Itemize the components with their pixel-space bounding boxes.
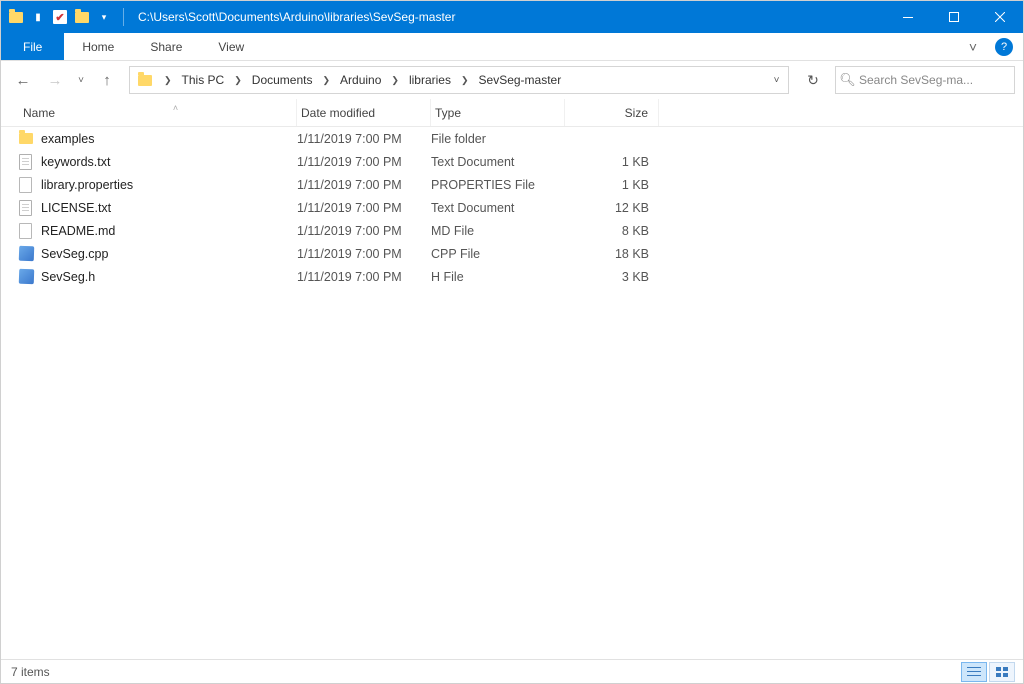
column-name[interactable]: Name ˄ xyxy=(19,99,297,126)
large-icons-view-button[interactable] xyxy=(989,662,1015,682)
file-row[interactable]: SevSeg.cpp1/11/2019 7:00 PMCPP File18 KB xyxy=(19,242,1023,265)
status-text: 7 items xyxy=(11,665,50,679)
details-view-button[interactable] xyxy=(961,662,987,682)
column-size[interactable]: Size xyxy=(565,99,659,126)
address-dropdown-icon[interactable]: ˅ xyxy=(764,67,788,93)
refresh-button[interactable]: ↻ xyxy=(797,66,829,94)
file-row[interactable]: examples1/11/2019 7:00 PMFile folder xyxy=(19,127,1023,150)
file-date: 1/11/2019 7:00 PM xyxy=(297,270,431,284)
file-name: README.md xyxy=(41,224,297,238)
up-button[interactable]: ↑ xyxy=(93,66,121,94)
file-name: LICENSE.txt xyxy=(41,201,297,215)
text-file-icon xyxy=(19,200,41,216)
file-date: 1/11/2019 7:00 PM xyxy=(297,201,431,215)
file-row[interactable]: keywords.txt1/11/2019 7:00 PMText Docume… xyxy=(19,150,1023,173)
ribbon-expand-icon[interactable]: ˅ xyxy=(955,33,991,60)
file-type: MD File xyxy=(431,224,565,238)
file-type: File folder xyxy=(431,132,565,146)
folder-icon xyxy=(7,8,25,26)
recent-locations-icon[interactable]: ˅ xyxy=(73,66,89,94)
pin-icon: ▮ xyxy=(29,8,47,26)
folder-icon xyxy=(130,75,158,86)
file-name: keywords.txt xyxy=(41,155,297,169)
file-date: 1/11/2019 7:00 PM xyxy=(297,132,431,146)
properties-check-icon[interactable]: ✔ xyxy=(51,8,69,26)
file-size: 18 KB xyxy=(565,247,659,261)
close-button[interactable] xyxy=(977,1,1023,33)
chevron-right-icon[interactable]: ❯ xyxy=(228,67,248,93)
code-file-icon xyxy=(19,246,41,261)
chevron-right-icon[interactable]: ❯ xyxy=(316,67,336,93)
code-file-icon xyxy=(19,269,41,284)
ribbon: File Home Share View ˅ ? xyxy=(1,33,1023,61)
file-type: H File xyxy=(431,270,565,284)
file-list: examples1/11/2019 7:00 PMFile folderkeyw… xyxy=(1,127,1023,659)
column-label: Type xyxy=(435,106,461,120)
tab-home[interactable]: Home xyxy=(64,33,132,60)
column-headers: Name ˄ Date modified Type Size xyxy=(1,99,1023,127)
chevron-right-icon[interactable]: ❯ xyxy=(385,67,405,93)
folder-icon xyxy=(19,133,41,144)
column-label: Size xyxy=(625,106,648,120)
file-row[interactable]: LICENSE.txt1/11/2019 7:00 PMText Documen… xyxy=(19,196,1023,219)
new-folder-icon[interactable] xyxy=(73,8,91,26)
breadcrumb[interactable]: SevSeg-master xyxy=(475,67,566,93)
file-size: 8 KB xyxy=(565,224,659,238)
file-name: SevSeg.h xyxy=(41,270,297,284)
file-icon xyxy=(19,223,41,239)
tab-share[interactable]: Share xyxy=(132,33,200,60)
file-icon xyxy=(19,177,41,193)
file-date: 1/11/2019 7:00 PM xyxy=(297,178,431,192)
breadcrumb[interactable]: Arduino xyxy=(336,67,385,93)
file-type: CPP File xyxy=(431,247,565,261)
maximize-button[interactable] xyxy=(931,1,977,33)
column-label: Date modified xyxy=(301,106,375,120)
separator xyxy=(123,8,124,26)
breadcrumb[interactable]: This PC xyxy=(178,67,229,93)
qat-dropdown-icon[interactable]: ▾ xyxy=(95,8,113,26)
forward-button: → xyxy=(41,66,69,94)
breadcrumb[interactable]: libraries xyxy=(405,67,455,93)
file-row[interactable]: README.md1/11/2019 7:00 PMMD File8 KB xyxy=(19,219,1023,242)
column-type[interactable]: Type xyxy=(431,99,565,126)
file-size: 1 KB xyxy=(565,178,659,192)
file-type: Text Document xyxy=(431,201,565,215)
text-file-icon xyxy=(19,154,41,170)
column-label: Name xyxy=(23,106,55,120)
search-icon: 🔍︎ xyxy=(836,72,859,88)
column-date[interactable]: Date modified xyxy=(297,99,431,126)
file-size: 1 KB xyxy=(565,155,659,169)
file-size: 12 KB xyxy=(565,201,659,215)
status-bar: 7 items xyxy=(1,659,1023,683)
minimize-button[interactable] xyxy=(885,1,931,33)
help-button[interactable]: ? xyxy=(995,38,1013,56)
title-bar: ▮ ✔ ▾ C:\Users\Scott\Documents\Arduino\l… xyxy=(1,1,1023,33)
back-button[interactable]: ← xyxy=(9,66,37,94)
file-row[interactable]: SevSeg.h1/11/2019 7:00 PMH File3 KB xyxy=(19,265,1023,288)
sort-ascending-icon: ˄ xyxy=(55,103,296,113)
search-input[interactable] xyxy=(859,73,1014,87)
address-bar[interactable]: ❯ This PC ❯ Documents ❯ Arduino ❯ librar… xyxy=(129,66,789,94)
file-name: SevSeg.cpp xyxy=(41,247,297,261)
chevron-right-icon[interactable]: ❯ xyxy=(455,67,475,93)
tab-view[interactable]: View xyxy=(200,33,262,60)
chevron-right-icon[interactable]: ❯ xyxy=(158,67,178,93)
file-type: PROPERTIES File xyxy=(431,178,565,192)
file-type: Text Document xyxy=(431,155,565,169)
navigation-bar: ← → ˅ ↑ ❯ This PC ❯ Documents ❯ Arduino … xyxy=(1,61,1023,99)
file-date: 1/11/2019 7:00 PM xyxy=(297,155,431,169)
file-size: 3 KB xyxy=(565,270,659,284)
file-date: 1/11/2019 7:00 PM xyxy=(297,224,431,238)
file-name: examples xyxy=(41,132,297,146)
window-controls xyxy=(885,1,1023,33)
quick-access-toolbar: ▮ ✔ ▾ xyxy=(1,8,130,26)
tab-file[interactable]: File xyxy=(1,33,64,60)
file-row[interactable]: library.properties1/11/2019 7:00 PMPROPE… xyxy=(19,173,1023,196)
window-title: C:\Users\Scott\Documents\Arduino\librari… xyxy=(130,10,885,24)
breadcrumb[interactable]: Documents xyxy=(248,67,317,93)
file-date: 1/11/2019 7:00 PM xyxy=(297,247,431,261)
search-box[interactable]: 🔍︎ xyxy=(835,66,1015,94)
file-name: library.properties xyxy=(41,178,297,192)
